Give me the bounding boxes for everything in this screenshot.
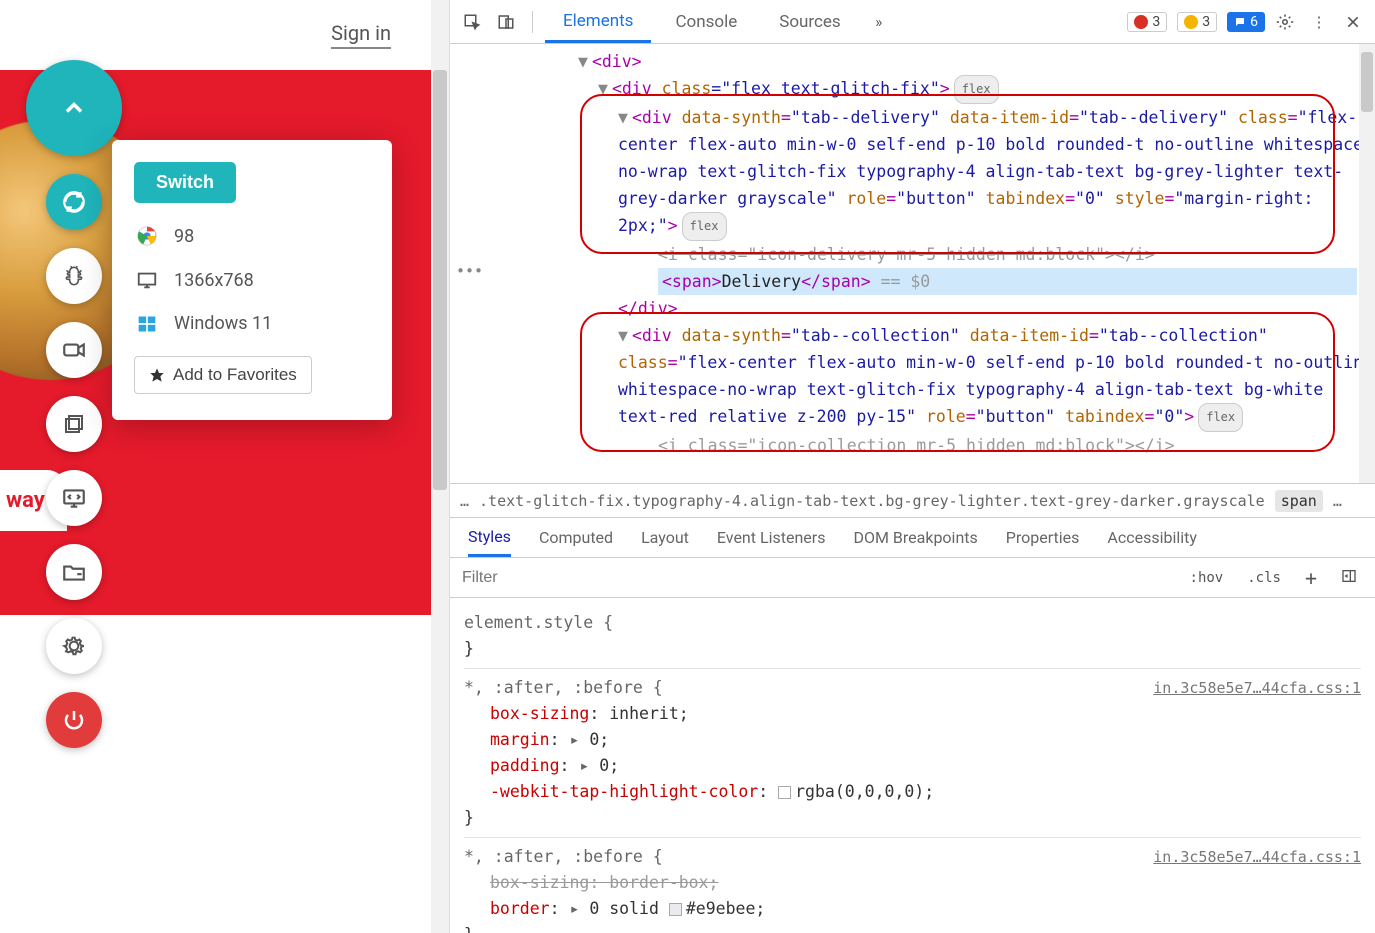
message-icon bbox=[1234, 16, 1246, 28]
more-tabs-button[interactable]: » bbox=[865, 8, 893, 36]
resolution-button[interactable] bbox=[46, 470, 102, 526]
dom-breadcrumb[interactable]: … .text-glitch-fix.typography-4.align-ta… bbox=[450, 484, 1375, 518]
floating-toolbar bbox=[26, 60, 122, 748]
settings-button[interactable] bbox=[46, 618, 102, 674]
elements-tree[interactable]: ••• ▼<div> ▼<div class="flex text-glitch… bbox=[450, 44, 1375, 484]
switch-browser-button[interactable] bbox=[46, 174, 102, 230]
display-icon bbox=[134, 269, 160, 291]
power-icon bbox=[62, 708, 86, 732]
local-folder-button[interactable] bbox=[46, 544, 102, 600]
chrome-icon bbox=[134, 225, 160, 247]
toggle-sidebar-button[interactable] bbox=[1335, 566, 1363, 590]
switch-button[interactable]: Switch bbox=[134, 162, 236, 203]
stack-icon bbox=[62, 412, 86, 436]
windows-icon bbox=[134, 314, 160, 334]
styles-filter-input[interactable] bbox=[462, 569, 1172, 587]
signin-link[interactable]: Sign in bbox=[331, 21, 391, 49]
chevron-up-icon bbox=[60, 94, 88, 122]
devtools-close-button[interactable] bbox=[1339, 8, 1367, 36]
styles-subtabs: Styles Computed Layout Event Listeners D… bbox=[450, 518, 1375, 558]
gear-icon bbox=[1276, 13, 1294, 31]
color-swatch[interactable] bbox=[778, 786, 791, 799]
subtab-dom-breakpoints[interactable]: DOM Breakpoints bbox=[853, 520, 977, 555]
error-count-badge[interactable]: 3 bbox=[1127, 12, 1167, 32]
os-row: Windows 11 bbox=[134, 313, 370, 334]
stop-session-button[interactable] bbox=[46, 692, 102, 748]
crumb-overflow-left[interactable]: … bbox=[460, 492, 469, 510]
os-label: Windows 11 bbox=[174, 313, 272, 334]
rule-universal-2[interactable]: in.3c58e5e7…44cfa.css:1 *, :after, :befo… bbox=[464, 837, 1361, 933]
star-icon bbox=[149, 367, 165, 383]
browser-info-popover: Switch 98 1366x768 Windows 11 Add to Fav… bbox=[112, 140, 392, 420]
styles-filter-row: :hov .cls + bbox=[450, 558, 1375, 598]
new-rule-button[interactable]: + bbox=[1299, 564, 1323, 592]
browser-version-label: 98 bbox=[174, 226, 194, 247]
color-swatch[interactable] bbox=[669, 903, 682, 916]
browser-row: 98 bbox=[134, 225, 370, 247]
add-favorites-label: Add to Favorites bbox=[173, 365, 297, 385]
css-rules-pane[interactable]: element.style { } in.3c58e5e7…44cfa.css:… bbox=[450, 598, 1375, 933]
selected-dom-node[interactable]: <span>Delivery</span> == $0 bbox=[658, 268, 1357, 295]
bug-report-button[interactable] bbox=[46, 248, 102, 304]
rule-source-link[interactable]: in.3c58e5e7…44cfa.css:1 bbox=[1153, 844, 1361, 870]
crumb-parent[interactable]: .text-glitch-fix.typography-4.align-tab-… bbox=[479, 492, 1265, 510]
dom-node[interactable]: </div> bbox=[618, 299, 678, 318]
devtools-toolbar: Elements Console Sources » 3 3 6 ⋮ bbox=[450, 0, 1375, 44]
close-icon bbox=[1345, 14, 1361, 30]
devtools-menu-button[interactable]: ⋮ bbox=[1305, 8, 1333, 36]
preview-scrollbar[interactable] bbox=[431, 0, 449, 933]
tab-sources[interactable]: Sources bbox=[761, 2, 858, 41]
device-toggle-button[interactable] bbox=[492, 8, 520, 36]
elements-scrollbar[interactable] bbox=[1359, 44, 1375, 483]
bug-icon bbox=[61, 263, 87, 289]
subtab-computed[interactable]: Computed bbox=[539, 520, 613, 555]
devtools-settings-button[interactable] bbox=[1271, 8, 1299, 36]
subtab-event-listeners[interactable]: Event Listeners bbox=[717, 520, 826, 555]
monitor-icon bbox=[61, 485, 87, 511]
subtab-layout[interactable]: Layout bbox=[641, 520, 689, 555]
record-video-button[interactable] bbox=[46, 322, 102, 378]
add-favorites-button[interactable]: Add to Favorites bbox=[134, 356, 312, 394]
flex-pill[interactable]: flex bbox=[1198, 403, 1243, 432]
toolbar-divider bbox=[532, 11, 533, 33]
subtab-properties[interactable]: Properties bbox=[1006, 520, 1080, 555]
devtools-panel: Elements Console Sources » 3 3 6 ⋮ ••• ▼… bbox=[450, 0, 1375, 933]
dom-node[interactable]: <div> bbox=[592, 52, 642, 71]
dom-node-collection-tab[interactable]: ▼<div data-synth="tab--collection" data-… bbox=[488, 322, 1375, 432]
switch-icon bbox=[61, 189, 87, 215]
inspect-button[interactable] bbox=[458, 8, 486, 36]
collapse-button[interactable] bbox=[26, 60, 122, 156]
flex-pill[interactable]: flex bbox=[954, 75, 999, 104]
resolution-row: 1366x768 bbox=[134, 269, 370, 291]
cls-toggle[interactable]: .cls bbox=[1241, 568, 1287, 588]
dom-node-icon-collection[interactable]: <i class="icon-collection mr-5 hidden md… bbox=[658, 436, 1175, 455]
preview-scroll-thumb[interactable] bbox=[433, 70, 447, 490]
dom-node-delivery-tab[interactable]: ▼<div data-synth="tab--delivery" data-it… bbox=[488, 104, 1375, 241]
crumb-current[interactable]: span bbox=[1275, 490, 1323, 512]
rule-universal-1[interactable]: in.3c58e5e7…44cfa.css:1 *, :after, :befo… bbox=[464, 668, 1361, 837]
crumb-overflow-right[interactable]: … bbox=[1333, 492, 1342, 510]
issues-count-badge[interactable]: 6 bbox=[1227, 12, 1265, 32]
rule-element-style[interactable]: element.style { } bbox=[464, 604, 1361, 668]
panel-icon bbox=[1341, 568, 1357, 584]
hov-toggle[interactable]: :hov bbox=[1184, 568, 1230, 588]
flex-pill[interactable]: flex bbox=[682, 212, 727, 241]
warning-count-badge[interactable]: 3 bbox=[1177, 12, 1217, 32]
gear-icon bbox=[61, 633, 87, 659]
folder-icon bbox=[61, 559, 87, 585]
dom-node-icon-delivery[interactable]: <i class="icon-delivery mr-5 hidden md:b… bbox=[658, 245, 1155, 264]
video-icon bbox=[61, 337, 87, 363]
resolution-label: 1366x768 bbox=[174, 270, 254, 291]
screenshots-button[interactable] bbox=[46, 396, 102, 452]
tab-elements[interactable]: Elements bbox=[545, 1, 651, 43]
tab-console[interactable]: Console bbox=[657, 2, 755, 41]
subtab-styles[interactable]: Styles bbox=[468, 519, 511, 557]
browser-preview-pane: Sign in way bbox=[0, 0, 450, 933]
elements-scroll-thumb[interactable] bbox=[1361, 52, 1373, 112]
subtab-accessibility[interactable]: Accessibility bbox=[1107, 520, 1197, 555]
rule-source-link[interactable]: in.3c58e5e7…44cfa.css:1 bbox=[1153, 675, 1361, 701]
